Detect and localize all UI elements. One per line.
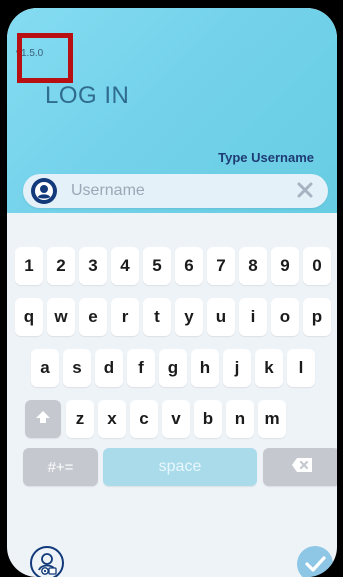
- keyboard-row-zxcv: z x c v b n m: [7, 400, 337, 438]
- page-title: LOG IN: [45, 82, 130, 109]
- user-avatar-icon: [31, 178, 57, 204]
- clear-icon[interactable]: [296, 182, 314, 200]
- key-z[interactable]: z: [66, 400, 94, 438]
- keyboard-row-asdf: a s d f g h j k l: [7, 349, 337, 387]
- username-input[interactable]: [71, 178, 291, 204]
- key-s[interactable]: s: [63, 349, 91, 387]
- key-1[interactable]: 1: [15, 247, 43, 285]
- field-hint-label: Type Username: [218, 150, 314, 165]
- key-r[interactable]: r: [111, 298, 139, 336]
- key-v[interactable]: v: [162, 400, 190, 438]
- profile-settings-icon[interactable]: [30, 546, 64, 577]
- key-u[interactable]: u: [207, 298, 235, 336]
- key-7[interactable]: 7: [207, 247, 235, 285]
- confirm-button[interactable]: [297, 546, 333, 577]
- shift-arrow-icon: [35, 409, 51, 429]
- keyboard-row-numbers: 1 2 3 4 5 6 7 8 9 0: [7, 247, 337, 285]
- username-field[interactable]: [23, 174, 328, 208]
- keyboard-row-qwerty: q w e r t y u i o p: [7, 298, 337, 336]
- key-a[interactable]: a: [31, 349, 59, 387]
- key-q[interactable]: q: [15, 298, 43, 336]
- version-highlight-box: [17, 33, 73, 83]
- key-g[interactable]: g: [159, 349, 187, 387]
- keyboard-row-bottom: #+= space: [7, 448, 337, 486]
- key-0[interactable]: 0: [303, 247, 331, 285]
- key-h[interactable]: h: [191, 349, 219, 387]
- key-3[interactable]: 3: [79, 247, 107, 285]
- key-d[interactable]: d: [95, 349, 123, 387]
- backspace-key[interactable]: [263, 448, 337, 486]
- key-f[interactable]: f: [127, 349, 155, 387]
- key-6[interactable]: 6: [175, 247, 203, 285]
- key-9[interactable]: 9: [271, 247, 299, 285]
- key-5[interactable]: 5: [143, 247, 171, 285]
- key-l[interactable]: l: [287, 349, 315, 387]
- key-c[interactable]: c: [130, 400, 158, 438]
- key-m[interactable]: m: [258, 400, 286, 438]
- checkmark-icon: [297, 556, 333, 577]
- key-k[interactable]: k: [255, 349, 283, 387]
- key-i[interactable]: i: [239, 298, 267, 336]
- login-screen: v1.5.0 LOG IN Type Username 1 2: [7, 8, 337, 577]
- key-2[interactable]: 2: [47, 247, 75, 285]
- backspace-icon: [291, 457, 313, 478]
- shift-key[interactable]: [25, 400, 61, 438]
- key-x[interactable]: x: [98, 400, 126, 438]
- key-p[interactable]: p: [303, 298, 331, 336]
- symbols-key[interactable]: #+=: [23, 448, 98, 486]
- key-j[interactable]: j: [223, 349, 251, 387]
- key-e[interactable]: e: [79, 298, 107, 336]
- space-key[interactable]: space: [103, 448, 257, 486]
- key-w[interactable]: w: [47, 298, 75, 336]
- key-o[interactable]: o: [271, 298, 299, 336]
- key-4[interactable]: 4: [111, 247, 139, 285]
- key-n[interactable]: n: [226, 400, 254, 438]
- key-y[interactable]: y: [175, 298, 203, 336]
- key-8[interactable]: 8: [239, 247, 267, 285]
- key-b[interactable]: b: [194, 400, 222, 438]
- key-t[interactable]: t: [143, 298, 171, 336]
